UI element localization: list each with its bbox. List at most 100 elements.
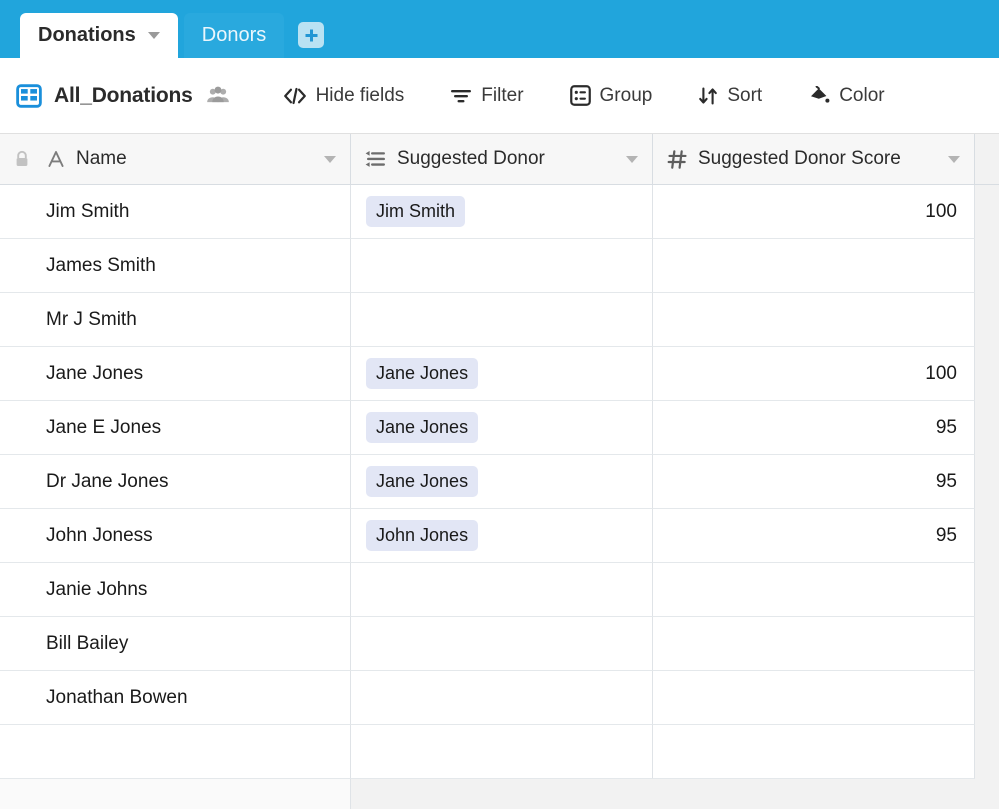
linked-record-chip[interactable]: Jane Jones — [366, 466, 479, 497]
chevron-down-icon[interactable] — [324, 155, 336, 163]
lock-icon — [14, 150, 30, 168]
cell-score-text: 95 — [935, 416, 957, 438]
sort-button[interactable]: Sort — [688, 79, 772, 113]
chevron-down-icon[interactable] — [948, 155, 960, 163]
cell-suggested-donor[interactable] — [351, 239, 653, 293]
cell-suggested-donor-score[interactable]: 95 — [653, 509, 975, 563]
row-right-gutter — [975, 455, 999, 509]
tab-bar: Donations Donors — [0, 0, 999, 58]
cell-name-text: James Smith — [46, 254, 156, 276]
row-right-gutter — [975, 617, 999, 671]
hide-fields-button[interactable]: Hide fields — [273, 79, 415, 113]
row-right-gutter — [975, 509, 999, 563]
grid-right-gutter — [975, 134, 999, 184]
grid-footer-name-column — [0, 779, 351, 809]
group-list-icon — [569, 85, 591, 106]
add-table-button[interactable] — [298, 22, 325, 48]
cell-name-text: Mr J Smith — [46, 308, 137, 330]
column-header-suggested-donor-score[interactable]: Suggested Donor Score — [653, 134, 975, 184]
cell-suggested-donor[interactable] — [351, 563, 653, 617]
row-right-gutter — [975, 671, 999, 725]
cell-name[interactable]: Dr Jane Jones — [0, 455, 351, 509]
linked-record-icon — [365, 150, 387, 168]
table-row[interactable]: Mr J Smith — [0, 293, 999, 347]
table-row[interactable] — [0, 725, 999, 779]
table-row[interactable]: Dr Jane Jones Jane Jones 95 — [0, 455, 999, 509]
linked-record-chip[interactable]: Jane Jones — [366, 358, 479, 389]
cell-suggested-donor-score[interactable]: 100 — [653, 347, 975, 401]
table-row[interactable]: Jane Jones Jane Jones 100 — [0, 347, 999, 401]
color-button[interactable]: Color — [798, 79, 894, 113]
cell-name[interactable]: John Joness — [0, 509, 351, 563]
view-name-label: All_Donations — [54, 83, 193, 107]
cell-suggested-donor-score[interactable]: 95 — [653, 455, 975, 509]
table-row[interactable]: Jonathan Bowen — [0, 671, 999, 725]
cell-suggested-donor[interactable]: Jane Jones — [351, 401, 653, 455]
cell-suggested-donor-score[interactable] — [653, 671, 975, 725]
cell-suggested-donor[interactable]: Jane Jones — [351, 455, 653, 509]
cell-suggested-donor-score[interactable] — [653, 239, 975, 293]
plus-icon — [304, 28, 319, 43]
cell-name[interactable]: James Smith — [0, 239, 351, 293]
cell-suggested-donor-score[interactable]: 100 — [653, 185, 975, 239]
cell-name[interactable]: Jonathan Bowen — [0, 671, 351, 725]
cell-suggested-donor-score[interactable]: 95 — [653, 401, 975, 455]
cell-score-text: 95 — [935, 524, 957, 546]
column-header-name[interactable]: Name — [0, 134, 351, 184]
tab-donors[interactable]: Donors — [183, 13, 285, 58]
grid-header-row: Name Suggested Donor Suggested Donor Sco… — [0, 134, 999, 185]
cell-name[interactable] — [0, 725, 351, 779]
cell-name[interactable]: Bill Bailey — [0, 617, 351, 671]
table-row[interactable]: John Joness John Jones 95 — [0, 509, 999, 563]
cell-name-text: Janie Johns — [46, 578, 148, 600]
people-icon[interactable] — [205, 86, 231, 106]
cell-name[interactable]: Janie Johns — [0, 563, 351, 617]
hide-fields-label: Hide fields — [315, 84, 405, 106]
cell-name-text: Jim Smith — [46, 200, 130, 222]
tab-donations-label: Donations — [38, 24, 136, 46]
cell-name[interactable]: Jane Jones — [0, 347, 351, 401]
tab-donors-label: Donors — [201, 24, 267, 46]
code-brackets-icon — [283, 86, 307, 106]
cell-name-text: Dr Jane Jones — [46, 470, 169, 492]
cell-suggested-donor[interactable] — [351, 617, 653, 671]
cell-suggested-donor[interactable] — [351, 671, 653, 725]
row-right-gutter — [975, 725, 999, 779]
view-selector[interactable]: All_Donations — [16, 83, 231, 109]
linked-record-chip[interactable]: Jane Jones — [366, 412, 479, 443]
cell-name[interactable]: Jane E Jones — [0, 401, 351, 455]
cell-name-text: John Joness — [46, 524, 153, 546]
cell-suggested-donor[interactable]: Jane Jones — [351, 347, 653, 401]
chevron-down-icon[interactable] — [147, 32, 160, 39]
cell-suggested-donor[interactable] — [351, 725, 653, 779]
filter-icon — [450, 87, 472, 105]
table-row[interactable]: Bill Bailey — [0, 617, 999, 671]
cell-suggested-donor[interactable]: John Jones — [351, 509, 653, 563]
column-header-suggested-donor[interactable]: Suggested Donor — [351, 134, 653, 184]
filter-button[interactable]: Filter — [440, 79, 533, 113]
table-row[interactable]: Janie Johns — [0, 563, 999, 617]
row-right-gutter — [975, 563, 999, 617]
linked-record-chip[interactable]: Jim Smith — [366, 196, 466, 227]
cell-suggested-donor-score[interactable] — [653, 617, 975, 671]
cell-suggested-donor-score[interactable] — [653, 725, 975, 779]
table-row[interactable]: Jane E Jones Jane Jones 95 — [0, 401, 999, 455]
chevron-down-icon[interactable] — [626, 155, 638, 163]
cell-name[interactable]: Jim Smith — [0, 185, 351, 239]
cell-suggested-donor-score[interactable] — [653, 563, 975, 617]
tab-donations[interactable]: Donations — [20, 13, 178, 58]
grid-table-icon — [16, 83, 42, 109]
linked-record-chip[interactable]: John Jones — [366, 520, 479, 551]
cell-name-text: Jane E Jones — [46, 416, 162, 438]
group-button[interactable]: Group — [560, 79, 663, 113]
cell-suggested-donor[interactable] — [351, 293, 653, 347]
view-toolbar: All_Donations Hide fields Filter Group S… — [0, 58, 999, 134]
row-right-gutter — [975, 239, 999, 293]
cell-suggested-donor[interactable]: Jim Smith — [351, 185, 653, 239]
table-row[interactable]: James Smith — [0, 239, 999, 293]
cell-suggested-donor-score[interactable] — [653, 293, 975, 347]
table-row[interactable]: Jim Smith Jim Smith 100 — [0, 185, 999, 239]
row-right-gutter — [975, 293, 999, 347]
cell-name[interactable]: Mr J Smith — [0, 293, 351, 347]
sort-label: Sort — [727, 84, 763, 106]
